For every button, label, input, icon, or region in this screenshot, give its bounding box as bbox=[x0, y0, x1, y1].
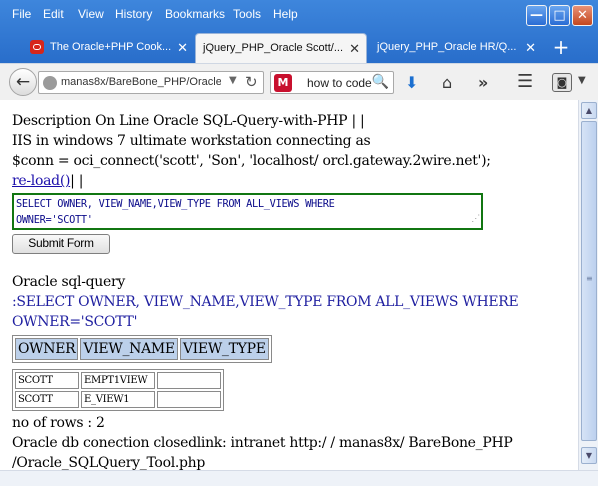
column-header-view-name: VIEW_NAME bbox=[80, 338, 178, 360]
tab-oracle-php-cookbook[interactable]: The Oracle+PHP Cook... ✕ bbox=[26, 33, 194, 63]
menu-history[interactable]: History bbox=[115, 7, 152, 21]
close-window-button[interactable]: ✕ bbox=[572, 5, 593, 26]
menu-edit[interactable]: Edit bbox=[43, 7, 64, 21]
url-bar[interactable]: manas8x/BareBone_PHP/Oracle_ ▼ ↻ bbox=[38, 71, 264, 94]
chevron-down-icon[interactable]: ▼ bbox=[578, 75, 586, 86]
table-cell: SCOTT bbox=[15, 391, 79, 408]
table-cell: E_VIEW1 bbox=[81, 391, 155, 408]
back-arrow-icon: ← bbox=[15, 72, 31, 92]
connection-description: IIS in windows 7 ultimate workstation co… bbox=[12, 133, 371, 149]
tab-label: The Oracle+PHP Cook... bbox=[50, 41, 172, 53]
search-input[interactable]: how to code bbox=[307, 76, 372, 90]
search-bar[interactable]: M how to code 🔍 bbox=[270, 71, 394, 94]
query-echo: :SELECT OWNER, VIEW_NAME,VIEW_TYPE FROM … bbox=[12, 294, 519, 310]
query-echo: OWNER='SCOTT' bbox=[12, 314, 138, 330]
tab-label: jQuery_PHP_Oracle Scott/... bbox=[203, 42, 343, 54]
footer-text: Oracle db conection closedlink: intranet… bbox=[12, 435, 513, 451]
page-content: Description On Line Oracle SQL-Query-wit… bbox=[0, 100, 578, 470]
connection-string: $conn = oci_connect('scott', 'Son', 'loc… bbox=[12, 153, 491, 169]
footer-text: /Oracle_SQLQuery_Tool.php bbox=[12, 455, 206, 470]
pocket-icon[interactable]: ◙ bbox=[552, 73, 572, 92]
browser-chrome: File Edit View History Bookmarks Tools H… bbox=[0, 0, 598, 100]
menu-help[interactable]: Help bbox=[273, 7, 298, 21]
results-header-table: OWNER VIEW_NAME VIEW_TYPE bbox=[12, 335, 272, 363]
description-line: Description On Line Oracle SQL-Query-wit… bbox=[12, 113, 365, 129]
submit-button[interactable]: Submit Form bbox=[12, 234, 110, 254]
results-table: SCOTT EMPT1VIEW SCOTT E_VIEW1 bbox=[12, 369, 224, 411]
download-icon[interactable]: ⬇ bbox=[405, 73, 418, 92]
home-icon[interactable]: ⌂ bbox=[442, 73, 452, 92]
grip-icon: ≡ bbox=[586, 274, 593, 283]
scroll-down-button[interactable]: ▼ bbox=[581, 447, 597, 464]
menu-bookmarks[interactable]: Bookmarks bbox=[165, 7, 225, 21]
sql-input-line: SELECT OWNER, VIEW_NAME,VIEW_TYPE FROM A… bbox=[16, 198, 335, 210]
scroll-up-button[interactable]: ▲ bbox=[581, 102, 597, 119]
close-tab-icon[interactable]: ✕ bbox=[525, 33, 536, 62]
reload-icon[interactable]: ↻ bbox=[245, 73, 258, 91]
tab-label: jQuery_PHP_Oracle HR/Q... bbox=[377, 41, 517, 53]
table-cell bbox=[157, 372, 221, 389]
back-button[interactable]: ← bbox=[9, 68, 37, 96]
status-area bbox=[0, 470, 598, 486]
table-cell: EMPT1VIEW bbox=[81, 372, 155, 389]
column-header-view-type: VIEW_TYPE bbox=[179, 338, 269, 360]
chevron-down-icon[interactable]: ▼ bbox=[229, 75, 237, 86]
minimize-button[interactable]: — bbox=[526, 5, 547, 26]
query-heading: Oracle sql-query bbox=[12, 274, 125, 290]
reload-link[interactable]: re-load() bbox=[12, 173, 70, 189]
reload-suffix: | | bbox=[70, 173, 84, 189]
navigation-bar: ← manas8x/BareBone_PHP/Oracle_ ▼ ↻ M how… bbox=[0, 63, 598, 100]
menu-view[interactable]: View bbox=[78, 7, 104, 21]
reload-line: re-load()| | bbox=[12, 172, 572, 192]
overflow-chevron-icon[interactable]: » bbox=[478, 73, 488, 92]
search-icon[interactable]: 🔍 bbox=[372, 74, 389, 90]
table-cell: SCOTT bbox=[15, 372, 79, 389]
row-count: no of rows : 2 bbox=[12, 415, 105, 431]
new-tab-button[interactable]: + bbox=[548, 33, 574, 61]
table-row: SCOTT E_VIEW1 bbox=[15, 391, 221, 408]
tab-strip: The Oracle+PHP Cook... ✕ jQuery_PHP_Orac… bbox=[0, 33, 598, 63]
sql-query-textarea[interactable]: SELECT OWNER, VIEW_NAME,VIEW_TYPE FROM A… bbox=[12, 193, 483, 230]
oracle-icon bbox=[30, 40, 44, 54]
tab-jquery-hr[interactable]: jQuery_PHP_Oracle HR/Q... ✕ bbox=[370, 33, 542, 63]
url-text: manas8x/BareBone_PHP/Oracle_ bbox=[61, 76, 221, 88]
scroll-thumb[interactable]: ≡ bbox=[581, 121, 597, 441]
close-tab-icon[interactable]: ✕ bbox=[177, 33, 188, 62]
resize-grip-icon[interactable]: ⋰ bbox=[471, 211, 480, 227]
hamburger-menu-icon[interactable]: ☰ bbox=[517, 71, 533, 92]
mcafee-icon[interactable]: M bbox=[274, 74, 292, 92]
globe-icon bbox=[43, 76, 57, 90]
vertical-scrollbar[interactable]: ▲ ≡ ▼ bbox=[578, 100, 598, 470]
maximize-button[interactable]: □ bbox=[549, 5, 570, 26]
table-cell bbox=[157, 391, 221, 408]
menu-tools[interactable]: Tools bbox=[233, 7, 261, 21]
menu-file[interactable]: File bbox=[12, 7, 31, 21]
tab-jquery-scott[interactable]: jQuery_PHP_Oracle Scott/... ✕ bbox=[195, 33, 367, 63]
sql-input-line: OWNER='SCOTT' bbox=[16, 214, 93, 226]
column-header-owner: OWNER bbox=[15, 338, 79, 360]
menu-bar: File Edit View History Bookmarks Tools H… bbox=[0, 0, 598, 30]
table-row: SCOTT EMPT1VIEW bbox=[15, 372, 221, 389]
close-tab-icon[interactable]: ✕ bbox=[349, 34, 360, 63]
